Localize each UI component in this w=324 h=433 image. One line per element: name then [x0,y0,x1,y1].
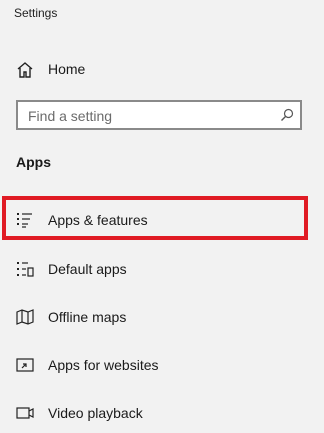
nav-item-apps-for-websites[interactable]: Apps for websites [0,345,324,385]
nav-item-apps-features[interactable]: Apps & features [0,200,324,240]
home-label: Home [48,61,86,77]
nav-item-label: Offline maps [48,309,127,325]
offline-maps-icon [16,308,34,326]
apps-features-icon [16,211,34,229]
search-placeholder: Find a setting [28,108,113,124]
search-input[interactable]: Find a setting [16,100,302,130]
nav-item-label: Apps & features [48,212,148,228]
video-playback-icon [16,404,34,422]
apps-for-websites-icon [16,356,34,374]
section-title: Apps [16,154,51,170]
nav-item-label: Apps for websites [48,357,159,373]
window-title: Settings [14,6,58,20]
home-icon [16,61,34,79]
home-nav-item[interactable]: Home [0,54,324,86]
search-icon [280,108,294,122]
nav-item-default-apps[interactable]: Default apps [0,249,324,289]
nav-item-label: Video playback [48,405,143,421]
default-apps-icon [16,260,34,278]
nav-item-label: Default apps [48,261,127,277]
settings-window: Settings Home Find a setting Apps Apps &… [0,0,324,433]
nav-item-video-playback[interactable]: Video playback [0,393,324,433]
nav-item-offline-maps[interactable]: Offline maps [0,297,324,337]
